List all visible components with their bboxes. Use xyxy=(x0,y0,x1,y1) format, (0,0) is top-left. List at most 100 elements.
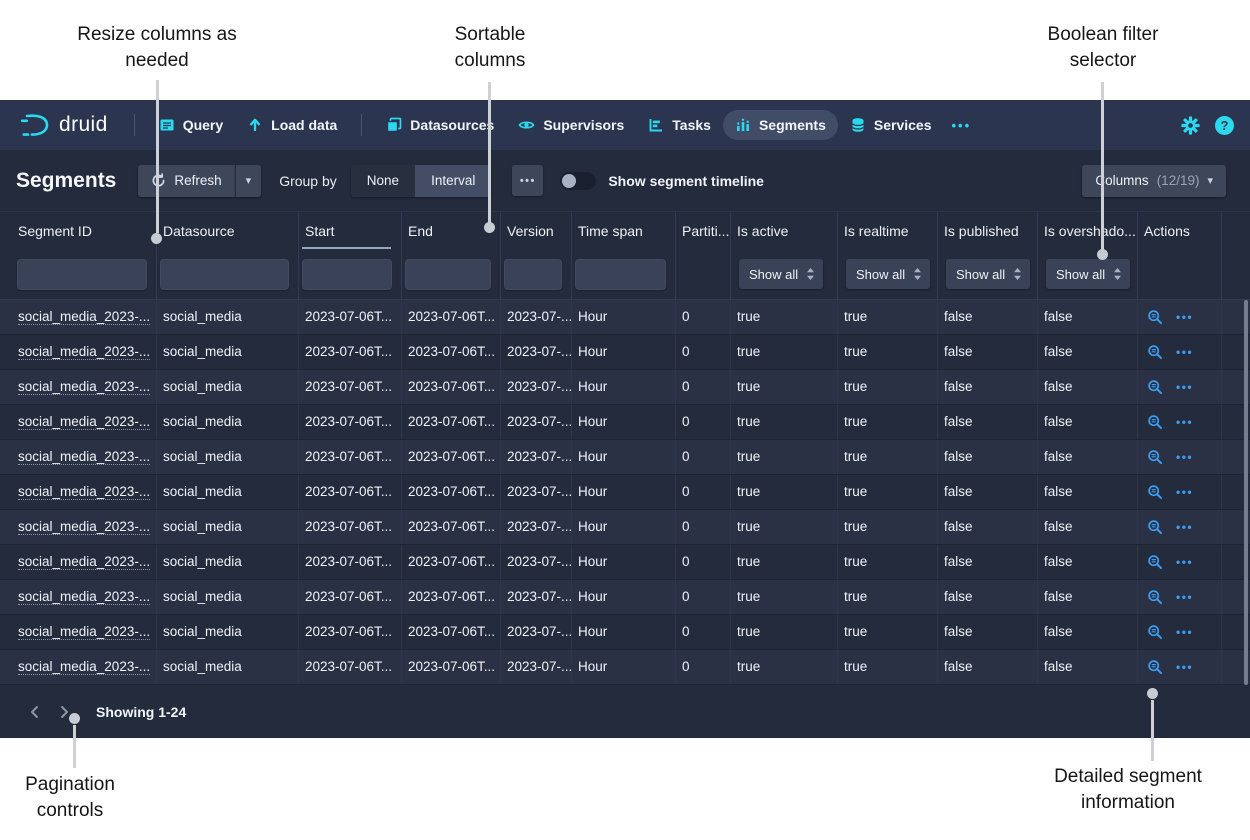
column-header-segment-id[interactable]: Segment ID xyxy=(0,212,157,249)
segment-detail-icon[interactable] xyxy=(1147,519,1163,535)
cell-time-span: Hour xyxy=(572,650,676,684)
nav-item-services[interactable]: Services xyxy=(838,110,944,140)
annotation-dot-detail xyxy=(1147,688,1158,699)
refresh-button[interactable]: Refresh xyxy=(138,165,234,197)
segment-id-link[interactable]: social_media_2023-... xyxy=(18,589,150,605)
prev-page-button[interactable] xyxy=(22,700,46,724)
cell-datasource: social_media xyxy=(157,580,299,614)
vertical-scrollbar[interactable] xyxy=(1244,300,1248,685)
annotation-line-resize xyxy=(156,80,159,233)
filter-input-segment-id[interactable] xyxy=(17,259,147,290)
segment-detail-icon[interactable] xyxy=(1147,379,1163,395)
table-body: social_media_2023-... social_media 2023-… xyxy=(0,300,1250,685)
table-row: social_media_2023-... social_media 2023-… xyxy=(0,370,1250,405)
cell-is-realtime: true xyxy=(838,580,938,614)
segment-detail-icon[interactable] xyxy=(1147,484,1163,500)
filter-input-time-span[interactable] xyxy=(575,259,666,290)
row-more-icon[interactable]: ••• xyxy=(1176,545,1193,579)
row-more-icon[interactable]: ••• xyxy=(1176,370,1193,404)
segment-id-link[interactable]: social_media_2023-... xyxy=(18,659,150,675)
cell-is-overshadowed: false xyxy=(1038,300,1138,334)
cell-time-span: Hour xyxy=(572,405,676,439)
row-more-icon[interactable]: ••• xyxy=(1176,615,1193,649)
nav-item-supervisors[interactable]: Supervisors xyxy=(506,110,636,140)
column-header-is-published[interactable]: Is published xyxy=(938,212,1038,249)
segment-id-link[interactable]: social_media_2023-... xyxy=(18,414,150,430)
nav-item-tasks[interactable]: Tasks xyxy=(636,110,723,140)
nav-item-load-data[interactable]: Load data xyxy=(235,110,349,140)
table-row: social_media_2023-... social_media 2023-… xyxy=(0,615,1250,650)
segment-timeline-toggle[interactable] xyxy=(560,172,596,190)
row-more-icon[interactable]: ••• xyxy=(1176,405,1193,439)
segment-detail-icon[interactable] xyxy=(1147,554,1163,570)
segment-detail-icon[interactable] xyxy=(1147,414,1163,430)
segment-detail-icon[interactable] xyxy=(1147,624,1163,640)
row-more-icon[interactable]: ••• xyxy=(1176,510,1193,544)
cell-time-span: Hour xyxy=(572,545,676,579)
segment-id-link[interactable]: social_media_2023-... xyxy=(18,344,150,360)
datasources-icon xyxy=(386,117,402,133)
segment-detail-icon[interactable] xyxy=(1147,344,1163,360)
column-header-partition[interactable]: Partiti... xyxy=(676,212,731,249)
nav-item-query[interactable]: Query xyxy=(147,110,235,140)
table-header: Segment ID Datasource Start End Version … xyxy=(0,211,1250,249)
row-more-icon[interactable]: ••• xyxy=(1176,475,1193,509)
boolean-filter-is-published[interactable]: Show all xyxy=(946,259,1030,289)
boolean-filter-is-overshadowed[interactable]: Show all xyxy=(1046,259,1130,289)
segment-detail-icon[interactable] xyxy=(1147,659,1163,675)
help-icon[interactable]: ? xyxy=(1215,116,1234,135)
column-header-is-active[interactable]: Is active xyxy=(731,212,838,249)
group-by-none-button[interactable]: None xyxy=(351,165,415,197)
segment-id-link[interactable]: social_media_2023-... xyxy=(18,379,150,395)
segment-id-link[interactable]: social_media_2023-... xyxy=(18,519,150,535)
boolean-filter-is-active[interactable]: Show all xyxy=(739,259,823,289)
column-header-actions[interactable]: Actions xyxy=(1138,212,1222,249)
cell-time-span: Hour xyxy=(572,335,676,369)
column-header-datasource[interactable]: Datasource xyxy=(157,212,299,249)
segment-id-link[interactable]: social_media_2023-... xyxy=(18,309,150,325)
group-by-interval-button[interactable]: Interval xyxy=(415,165,491,197)
column-header-version[interactable]: Version xyxy=(501,212,572,249)
column-header-time-span[interactable]: Time span xyxy=(572,212,676,249)
filter-input-end[interactable] xyxy=(405,259,491,290)
segment-id-link[interactable]: social_media_2023-... xyxy=(18,449,150,465)
row-more-icon[interactable]: ••• xyxy=(1176,300,1193,334)
column-header-is-realtime[interactable]: Is realtime xyxy=(838,212,938,249)
cell-version: 2023-07-... xyxy=(501,405,572,439)
filter-input-datasource[interactable] xyxy=(160,259,289,290)
nav-item-segments[interactable]: Segments xyxy=(723,110,838,140)
filter-input-start[interactable] xyxy=(302,259,392,290)
segment-detail-icon[interactable] xyxy=(1147,589,1163,605)
cell-time-span: Hour xyxy=(572,580,676,614)
column-header-start[interactable]: Start xyxy=(299,212,402,249)
filter-input-version[interactable] xyxy=(504,259,562,290)
cell-is-published: false xyxy=(938,510,1038,544)
row-more-icon[interactable]: ••• xyxy=(1176,440,1193,474)
segment-id-link[interactable]: social_media_2023-... xyxy=(18,484,150,500)
column-header-is-overshadowed[interactable]: Is overshado... xyxy=(1038,212,1138,249)
row-more-icon[interactable]: ••• xyxy=(1176,335,1193,369)
row-more-icon[interactable]: ••• xyxy=(1176,650,1193,684)
cell-end: 2023-07-06T... xyxy=(402,370,501,404)
cell-end: 2023-07-06T... xyxy=(402,335,501,369)
segment-detail-icon[interactable] xyxy=(1147,449,1163,465)
cell-is-active: true xyxy=(731,440,838,474)
cell-version: 2023-07-... xyxy=(501,615,572,649)
eye-icon xyxy=(518,117,535,133)
row-more-icon[interactable]: ••• xyxy=(1176,580,1193,614)
refresh-menu-button[interactable]: ▾ xyxy=(235,165,262,197)
toolbar-more-button[interactable]: ••• xyxy=(512,165,543,196)
druid-logo[interactable]: druid xyxy=(20,112,108,138)
nav-label: Supervisors xyxy=(543,117,624,133)
segment-detail-icon[interactable] xyxy=(1147,309,1163,325)
cell-version: 2023-07-... xyxy=(501,475,572,509)
settings-gear-icon[interactable] xyxy=(1181,116,1200,135)
boolean-filter-is-realtime[interactable]: Show all xyxy=(846,259,930,289)
nav-more-icon[interactable]: ••• xyxy=(943,118,979,133)
cell-datasource: social_media xyxy=(157,370,299,404)
cell-time-span: Hour xyxy=(572,370,676,404)
segment-id-link[interactable]: social_media_2023-... xyxy=(18,624,150,640)
cell-end: 2023-07-06T... xyxy=(402,580,501,614)
nav-item-datasources[interactable]: Datasources xyxy=(374,110,506,140)
segment-id-link[interactable]: social_media_2023-... xyxy=(18,554,150,570)
